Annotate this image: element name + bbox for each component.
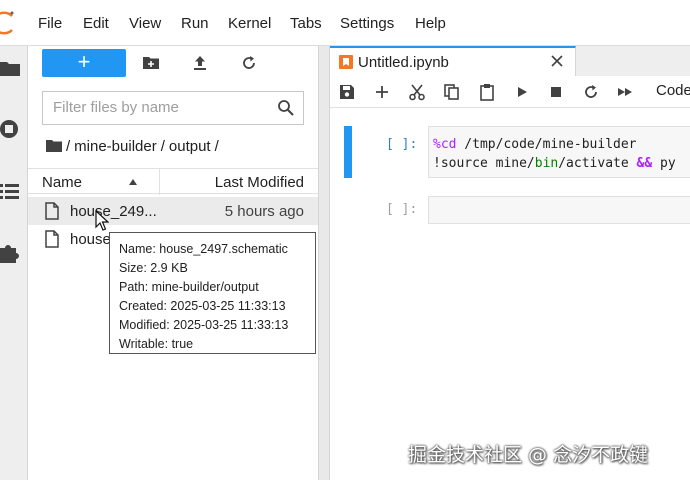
copy-icon[interactable] (443, 83, 461, 101)
cell-editor[interactable]: %cd /tmp/code/mine-builder !source mine/… (428, 126, 690, 178)
column-divider[interactable] (159, 169, 160, 195)
tooltip-size: Size: 2.9 KB (119, 261, 188, 275)
notebook-toolbar: Code (330, 76, 690, 108)
cell-editor[interactable] (428, 196, 690, 224)
menu-settings[interactable]: Settings (340, 15, 394, 32)
breadcrumb-item-output[interactable]: output (169, 138, 211, 155)
file-filter-search (42, 91, 304, 125)
panel-splitter[interactable] (318, 46, 330, 480)
close-icon[interactable] (550, 54, 564, 68)
menu-bar: File Edit View Run Kernel Tabs Settings … (0, 0, 690, 46)
file-icon (45, 230, 59, 248)
save-icon[interactable] (338, 83, 356, 101)
code-text: /tmp/code/mine-builder (456, 137, 637, 152)
file-row[interactable]: house_249... 5 hours ago (28, 197, 318, 225)
sort-ascending-icon[interactable] (128, 178, 138, 186)
fast-forward-icon[interactable] (616, 83, 634, 101)
breadcrumb-separator: / (214, 137, 219, 155)
tab-notebook[interactable]: Untitled.ipynb (330, 46, 576, 76)
tooltip-name: Name: house_2497.schematic (119, 242, 288, 256)
menu-edit[interactable]: Edit (83, 15, 109, 32)
code-magic: %cd (433, 137, 457, 152)
breadcrumb: / mine-builder / output / (46, 136, 223, 156)
code-line: %cd /tmp/code/mine-builder (433, 135, 690, 154)
cell-prompt: [ ]: (386, 137, 418, 152)
file-name: house_249... (70, 203, 157, 220)
jupyter-logo-icon (0, 11, 14, 35)
code-operator: && (636, 156, 653, 171)
run-icon[interactable] (513, 83, 531, 101)
tab-title: Untitled.ipynb (358, 54, 449, 71)
menu-view[interactable]: View (129, 15, 161, 32)
file-modified: 5 hours ago (224, 203, 304, 220)
paste-icon[interactable] (478, 83, 496, 101)
file-list-header: Name Last Modified (28, 168, 318, 195)
extension-icon[interactable] (0, 242, 22, 264)
breadcrumb-separator: / (66, 137, 71, 155)
watermark: 掘金技术社区 @ 念汐不政键 (408, 444, 649, 466)
column-name-header[interactable]: Name (42, 174, 82, 191)
code-dir: bin (534, 156, 559, 171)
refresh-icon[interactable] (240, 54, 258, 72)
menu-run[interactable]: Run (181, 15, 209, 32)
code-line: !source mine/bin/activate && py (433, 154, 690, 173)
menu-help[interactable]: Help (415, 15, 446, 32)
folder-icon[interactable] (0, 58, 22, 80)
file-info-tooltip: Name: house_2497.schematic Size: 2.9 KB … (109, 232, 316, 354)
cell-prompt: [ ]: (386, 202, 418, 217)
table-of-contents-icon[interactable] (0, 180, 22, 202)
active-cell-indicator (344, 126, 352, 178)
menu-tabs[interactable]: Tabs (290, 15, 322, 32)
code-text: py (652, 156, 676, 171)
restart-icon[interactable] (582, 83, 600, 101)
code-text: !source mine/ (433, 156, 535, 171)
search-icon (278, 100, 294, 116)
search-input[interactable] (53, 92, 273, 122)
tooltip-created: Created: 2025-03-25 11:33:13 (119, 299, 286, 313)
menu-kernel[interactable]: Kernel (228, 15, 271, 32)
cut-icon[interactable] (408, 83, 426, 101)
add-cell-icon[interactable] (373, 83, 391, 101)
running-icon[interactable] (0, 118, 22, 140)
notebook-icon (339, 55, 353, 69)
tooltip-path: Path: mine-builder/output (119, 280, 259, 294)
file-name: house (70, 231, 111, 248)
tooltip-modified: Modified: 2025-03-25 11:33:13 (119, 318, 289, 332)
new-launcher-button[interactable]: + (42, 49, 126, 77)
folder-home-icon[interactable] (46, 139, 62, 153)
upload-icon[interactable] (191, 54, 209, 72)
cell-type-select[interactable]: Code (656, 82, 690, 99)
new-folder-icon[interactable] (142, 54, 160, 72)
mouse-cursor-icon (95, 210, 109, 231)
code-cell-active[interactable]: [ ]: %cd /tmp/code/mine-builder !source … (330, 126, 690, 178)
file-icon (45, 202, 59, 220)
tooltip-writable: Writable: true (119, 337, 194, 351)
code-text: /activate (558, 156, 637, 171)
breadcrumb-separator: / (160, 137, 165, 155)
stop-icon[interactable] (547, 83, 565, 101)
code-cell[interactable]: [ ]: (330, 196, 690, 224)
column-last-modified-header[interactable]: Last Modified (215, 174, 304, 191)
left-sidebar (0, 46, 28, 480)
menu-file[interactable]: File (38, 15, 62, 32)
tab-bar: Untitled.ipynb (330, 46, 690, 76)
breadcrumb-item-mine-builder[interactable]: mine-builder (74, 138, 157, 155)
